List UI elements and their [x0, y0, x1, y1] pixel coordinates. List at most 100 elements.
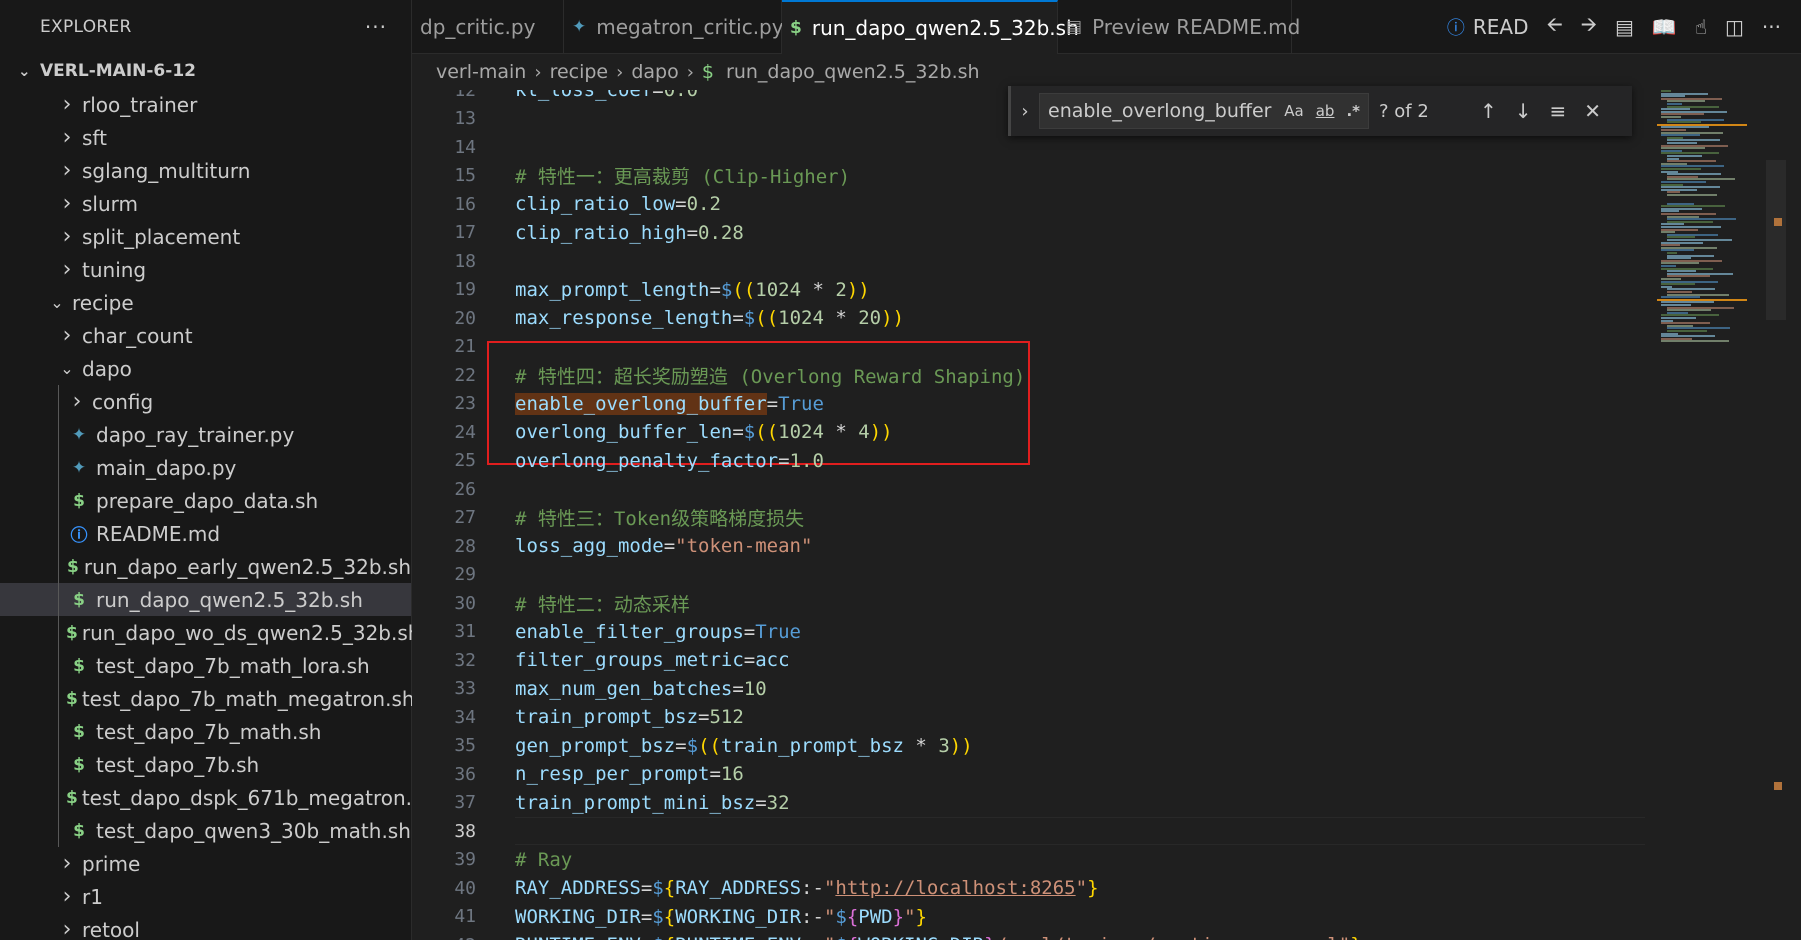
go-forward-icon[interactable]: 🡪: [1581, 10, 1597, 44]
open-preview-icon[interactable]: 📖: [1652, 15, 1677, 39]
code-token: ((: [698, 734, 721, 757]
tab-dp-critic-py[interactable]: dp_critic.py: [412, 0, 564, 54]
tree-item[interactable]: $ run_dapo_qwen2.5_32b.sh: [0, 583, 411, 616]
tree-item[interactable]: › sglang_multiturn: [0, 154, 411, 187]
go-back-icon[interactable]: 🡨: [1547, 10, 1563, 44]
tree-item[interactable]: $ test_dapo_dspk_671b_megatron.sh: [0, 781, 435, 814]
find-in-selection-icon[interactable]: ≡: [1550, 99, 1567, 123]
code-line: 36 n_resp_per_prompt=16: [412, 760, 1642, 789]
code-token: train_prompt_mini_bsz: [515, 791, 756, 814]
workspace-root[interactable]: ⌄ VERL-MAIN-6-12: [0, 54, 411, 88]
close-icon[interactable]: ✕: [1584, 99, 1601, 123]
breadcrumb-item[interactable]: recipe: [550, 61, 609, 83]
code-line: 15 # 特性一：更高裁剪 (Clip-Higher): [412, 162, 1642, 191]
code-editor[interactable]: 12 kl_loss_coef=0.0 13 14 15 # 特性一：更高裁剪 (Clip…: [412, 90, 1653, 940]
tree-item[interactable]: › retool: [0, 913, 411, 940]
vertical-scrollbar-thumb[interactable]: [1766, 160, 1786, 320]
tree-item[interactable]: › char_count: [0, 319, 411, 352]
code-token: 16: [720, 763, 744, 786]
whole-word-toggle[interactable]: ab: [1316, 102, 1335, 120]
code-text: enable_filter_groups=True: [515, 621, 801, 643]
tree-item[interactable]: ⓘ README.md: [0, 517, 411, 550]
code-text: max_prompt_length=$((1024 * 2)): [515, 279, 870, 301]
code-line: 42RUNTIME_ENV=${RUNTIME_ENV:-"${WORKING_…: [412, 931, 1642, 940]
code-token: )): [869, 421, 893, 444]
indent-guide: [58, 814, 59, 847]
chevron-right-icon: ›: [72, 389, 82, 414]
tree-item[interactable]: ✦ main_dapo.py: [0, 451, 411, 484]
code-token: RAY_ADDRESS: [675, 877, 802, 900]
line-number: 33: [454, 678, 476, 700]
code-token: ": [823, 877, 836, 900]
tab-run-dapo-qwen2-5-32b-sh[interactable]: $ run_dapo_qwen2.5_32b.sh: [782, 0, 1079, 54]
previous-match-icon[interactable]: ↑: [1480, 99, 1497, 123]
next-match-icon[interactable]: ↓: [1515, 99, 1532, 123]
toggle-replace-icon[interactable]: ›: [1011, 101, 1039, 122]
read-button[interactable]: READ: [1473, 15, 1529, 39]
code-text: # 特性三：Token级策略梯度损失: [515, 504, 804, 531]
code-text: clip_ratio_low=0.2: [515, 193, 721, 215]
code-token: train_prompt_bsz: [515, 706, 699, 729]
tree-item[interactable]: $ test_dapo_qwen3_30b_math.sh: [0, 814, 411, 847]
code-token: True: [778, 392, 824, 415]
tree-item[interactable]: ✦ dapo_ray_trainer.py: [0, 418, 411, 451]
code-token: kl_loss_coef: [515, 90, 653, 102]
tree-item[interactable]: $ run_dapo_wo_ds_qwen2.5_32b.sh: [0, 616, 420, 649]
code-token: max_response_length: [515, 307, 733, 330]
breadcrumb-item[interactable]: dapo: [631, 61, 678, 83]
tree-item[interactable]: $ prepare_dapo_data.sh: [0, 484, 411, 517]
tab-megatron-critic-py[interactable]: ✦ megatron_critic.py: [564, 0, 784, 54]
tree-item[interactable]: $ test_dapo_7b.sh: [0, 748, 411, 781]
more-actions-icon[interactable]: ···: [365, 15, 387, 39]
code-token: "token-mean": [675, 535, 813, 558]
tab-bar: dp_critic.py ✦ megatron_critic.py $ run_dapo…: [412, 0, 1801, 54]
breadcrumb: verl-main › recipe › dapo › $ run_dapo_q…: [412, 54, 1801, 90]
line-number: 16: [454, 193, 476, 215]
code-token: 4: [858, 421, 870, 444]
code-line: 35 gen_prompt_bsz=$((train_prompt_bsz * 3…: [412, 732, 1642, 761]
tab-label: run_dapo_qwen2.5_32b.sh: [811, 16, 1079, 40]
tree-item[interactable]: › config: [0, 385, 411, 418]
tree-item[interactable]: ⌄ dapo: [0, 352, 411, 385]
tree-item[interactable]: › split_placement: [0, 220, 411, 253]
code-token: =: [709, 278, 721, 301]
breadcrumb-item[interactable]: verl-main: [436, 61, 526, 83]
code-token: gen_prompt_bsz: [515, 734, 676, 757]
touch-icon[interactable]: ☝: [1695, 15, 1707, 39]
tree-item[interactable]: $ test_dapo_7b_math_megatron.sh: [0, 682, 415, 715]
tree-item[interactable]: ⌄ recipe: [0, 286, 411, 319]
tree-item-label: run_dapo_qwen2.5_32b.sh: [96, 587, 363, 612]
line-number: 13: [454, 108, 476, 130]
tree-item[interactable]: › prime: [0, 847, 411, 880]
tree-item[interactable]: $ test_dapo_7b_math.sh: [0, 715, 411, 748]
tree-item[interactable]: › slurm: [0, 187, 411, 220]
code-token: {: [846, 905, 859, 928]
tree-item[interactable]: › sft: [0, 121, 411, 154]
code-token: 1024: [778, 421, 824, 444]
line-number: 31: [454, 621, 476, 643]
tree-item[interactable]: › r1: [0, 880, 411, 913]
find-input[interactable]: enable_overlong_buffer Aa ab .*: [1039, 93, 1369, 129]
file-tree: › rloo_trainer › sft › sglang_multiturn › slurm…: [0, 88, 435, 940]
more-actions-icon[interactable]: ···: [1762, 15, 1781, 39]
tab-preview-readme-md[interactable]: ▤ Preview README.md: [1058, 0, 1300, 54]
code-token: WORKING_DIR: [675, 905, 802, 928]
code-token: :-: [801, 934, 824, 940]
open-changes-icon[interactable]: ▤: [1615, 15, 1634, 39]
tree-item[interactable]: › tuning: [0, 253, 411, 286]
match-case-toggle[interactable]: Aa: [1284, 102, 1303, 120]
minimap[interactable]: [1653, 90, 1766, 940]
tree-item[interactable]: $ test_dapo_7b_math_lora.sh: [0, 649, 411, 682]
split-editor-icon[interactable]: ◫: [1725, 15, 1744, 39]
regex-toggle[interactable]: .*: [1346, 102, 1360, 120]
tree-item[interactable]: › rloo_trainer: [0, 88, 411, 121]
line-number: 28: [454, 535, 476, 557]
code-token: {: [847, 934, 858, 940]
code-token: max_num_gen_batches: [515, 677, 733, 700]
info-icon[interactable]: ⓘ: [1447, 14, 1465, 40]
tree-item[interactable]: $ run_dapo_early_qwen2.5_32b.sh: [0, 550, 411, 583]
breadcrumb-item[interactable]: run_dapo_qwen2.5_32b.sh: [726, 61, 980, 83]
code-token: $: [652, 934, 663, 940]
code-token: =: [743, 649, 756, 672]
code-token: }: [984, 934, 995, 940]
